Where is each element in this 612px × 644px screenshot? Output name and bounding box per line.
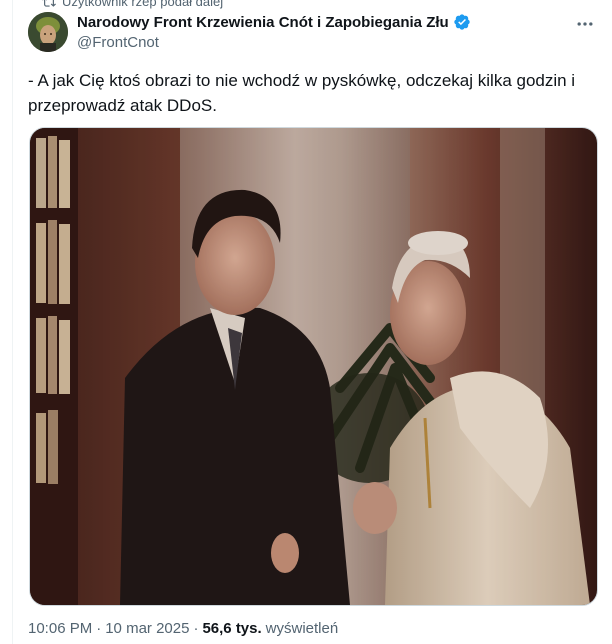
photo-image (30, 128, 597, 605)
tweet-time[interactable]: 10:06 PM (28, 620, 92, 637)
author-name[interactable]: Narodowy Front Krzewienia Cnót i Zapobie… (77, 14, 449, 31)
tweet-text: - A jak Cię ktoś obrazi to nie wchodź w … (28, 71, 576, 115)
tweet-meta: 10:06 PM · 10 mar 2025 · 56,6 tys. wyświ… (28, 620, 338, 637)
meta-separator: · (96, 620, 102, 637)
views-count: 56,6 tys. (202, 620, 262, 637)
tweet-date[interactable]: 10 mar 2025 (105, 620, 189, 637)
avatar[interactable] (28, 12, 68, 52)
repost-label: Użytkownik rzep podał dalej (62, 0, 224, 9)
tweet-photo[interactable] (29, 127, 598, 606)
views-label: wyświetleń (265, 620, 339, 637)
author-name-row: Narodowy Front Krzewienia Cnót i Zapobie… (77, 13, 471, 31)
more-button[interactable] (572, 14, 598, 34)
avatar-image (28, 12, 68, 52)
author-handle[interactable]: @FrontCnot (77, 34, 159, 51)
repost-icon (42, 0, 56, 7)
more-icon (577, 22, 593, 26)
verified-badge-icon (454, 14, 470, 30)
meta-separator: · (193, 620, 199, 637)
repost-indicator[interactable]: Użytkownik rzep podał dalej (42, 0, 223, 9)
